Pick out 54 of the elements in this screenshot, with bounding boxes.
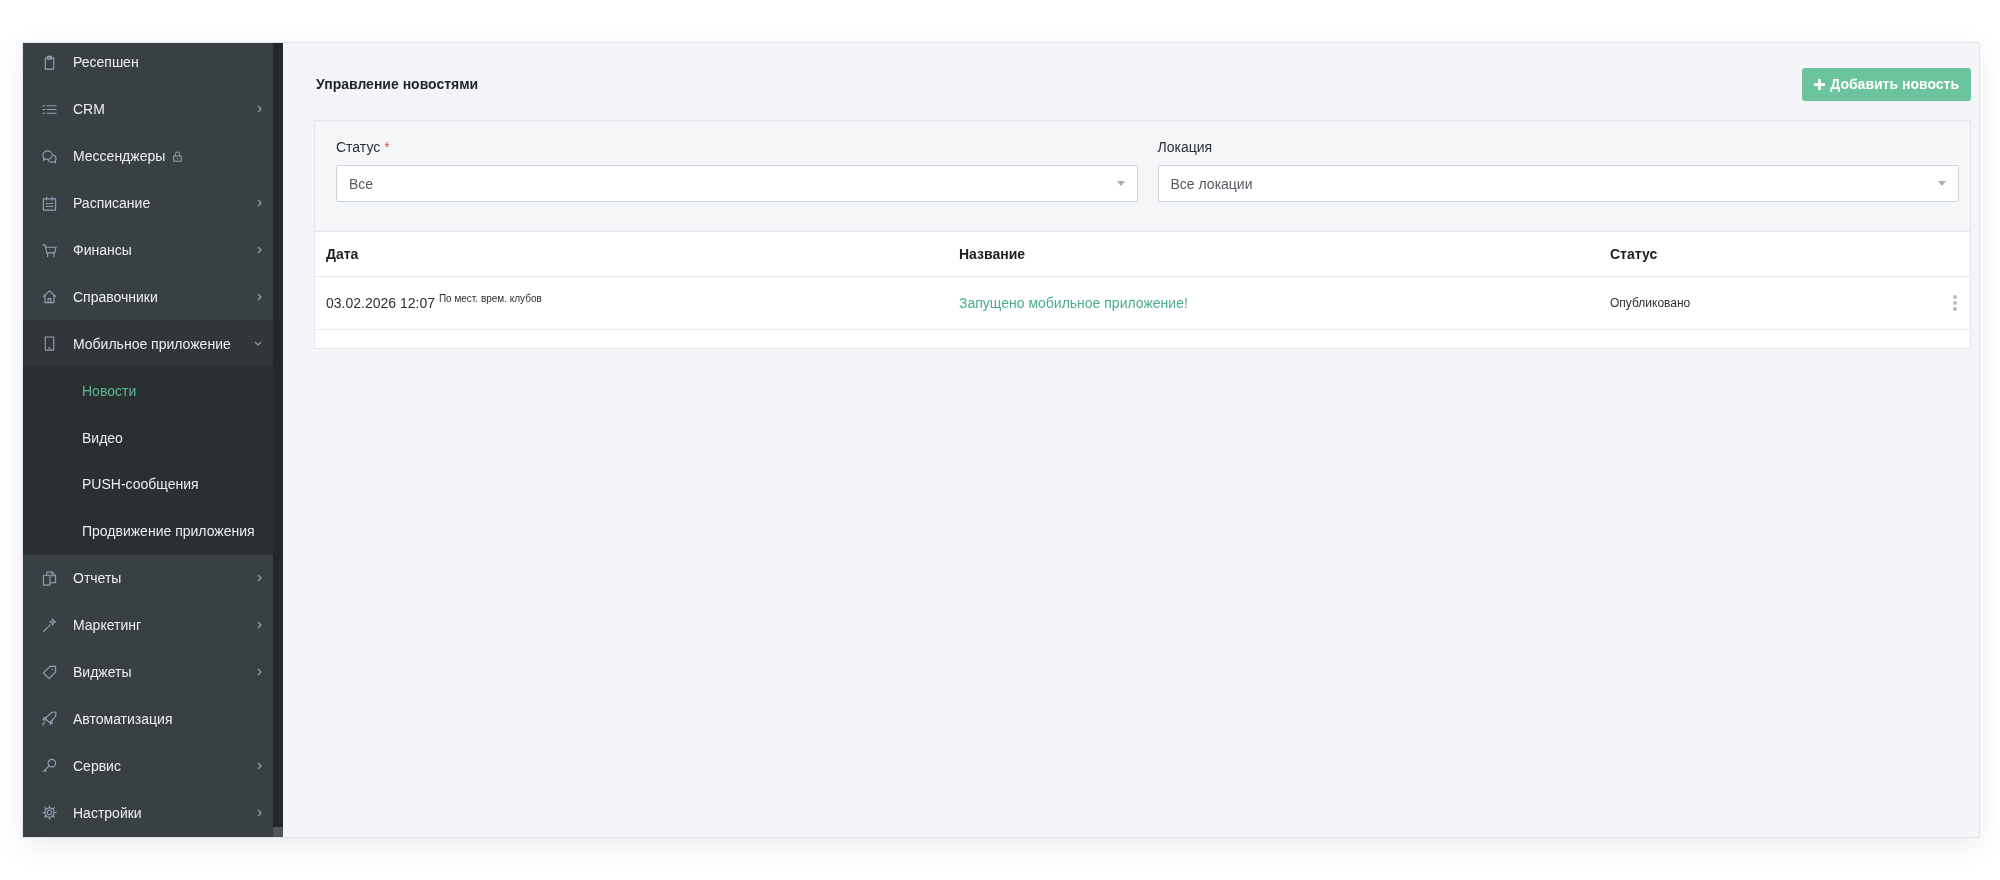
- sidebar-item[interactable]: Справочники: [23, 273, 273, 321]
- sidebar-item[interactable]: Виджеты: [23, 648, 273, 696]
- home-icon: [42, 289, 57, 305]
- required-mark: *: [384, 139, 390, 155]
- submenu-item[interactable]: PUSH-сообщения: [23, 461, 273, 508]
- key-icon: [42, 758, 57, 774]
- caret-icon: [1116, 181, 1125, 186]
- date-cell-text: 03.02.2026 12:07 $^{По мест. врем. клубов}$: [325, 292, 543, 313]
- select-field[interactable]: Все: [336, 165, 1138, 202]
- plus-icon: [1814, 78, 1826, 90]
- page-title: Управление новостями: [316, 76, 479, 92]
- chevron-right-icon: [257, 574, 262, 583]
- rocket-icon: [42, 711, 57, 727]
- submenu-item[interactable]: Продвижение приложения: [23, 507, 273, 555]
- cart-icon: [42, 242, 57, 258]
- chevron-right-icon: [257, 199, 262, 208]
- chat-icon: [42, 148, 57, 164]
- status-text: Опубликовано: [1610, 296, 1691, 310]
- sidebar-item[interactable]: Финансы: [23, 226, 273, 274]
- field-label: Локация: [1157, 139, 1213, 155]
- sidebar-item[interactable]: Маркетинг: [23, 601, 273, 649]
- column-header: Название: [958, 245, 1027, 264]
- chevron-right-icon: [257, 621, 262, 630]
- chevron-right-icon: [257, 246, 262, 254]
- more-options-icon[interactable]: [1952, 295, 1957, 311]
- column-header: Дата: [325, 245, 360, 264]
- sidebar-item[interactable]: CRM: [23, 85, 273, 133]
- tag-icon: [42, 664, 57, 680]
- sidebar-item[interactable]: Отчеты: [23, 554, 273, 602]
- submenu-item[interactable]: Видео: [23, 414, 273, 461]
- wand-icon: [42, 617, 57, 633]
- sidebar-item[interactable]: Ресепшен: [23, 43, 273, 86]
- sidebar-item[interactable]: Расписание: [23, 179, 273, 227]
- chevron-right-icon: [257, 808, 262, 817]
- select-field[interactable]: Все локации: [1157, 165, 1959, 202]
- column-header: Статус: [1609, 245, 1659, 264]
- calendar-icon: [42, 195, 57, 211]
- submenu-item[interactable]: Новости: [23, 367, 273, 415]
- chevron-right-icon: [257, 105, 262, 114]
- phone-icon: [42, 336, 57, 352]
- chevron-right-icon: [257, 761, 262, 770]
- chevron-right-icon: [257, 668, 262, 676]
- gear-icon: [42, 805, 57, 821]
- sidebar-item[interactable]: Мобильное приложение: [23, 320, 273, 368]
- chevron-down-icon: [254, 341, 262, 347]
- field-label: Статус: [336, 139, 381, 155]
- clipboard-icon: [42, 54, 57, 70]
- documents-icon: [42, 570, 57, 586]
- sidebar-item[interactable]: Сервис: [23, 742, 273, 790]
- sidebar-item[interactable]: Настройки: [23, 789, 273, 837]
- sidebar-item[interactable]: Автоматизация: [23, 695, 273, 743]
- sidebar-item[interactable]: Мессенджеры: [23, 132, 273, 180]
- caret-icon: [1938, 181, 1946, 186]
- chevron-right-icon: [257, 292, 262, 301]
